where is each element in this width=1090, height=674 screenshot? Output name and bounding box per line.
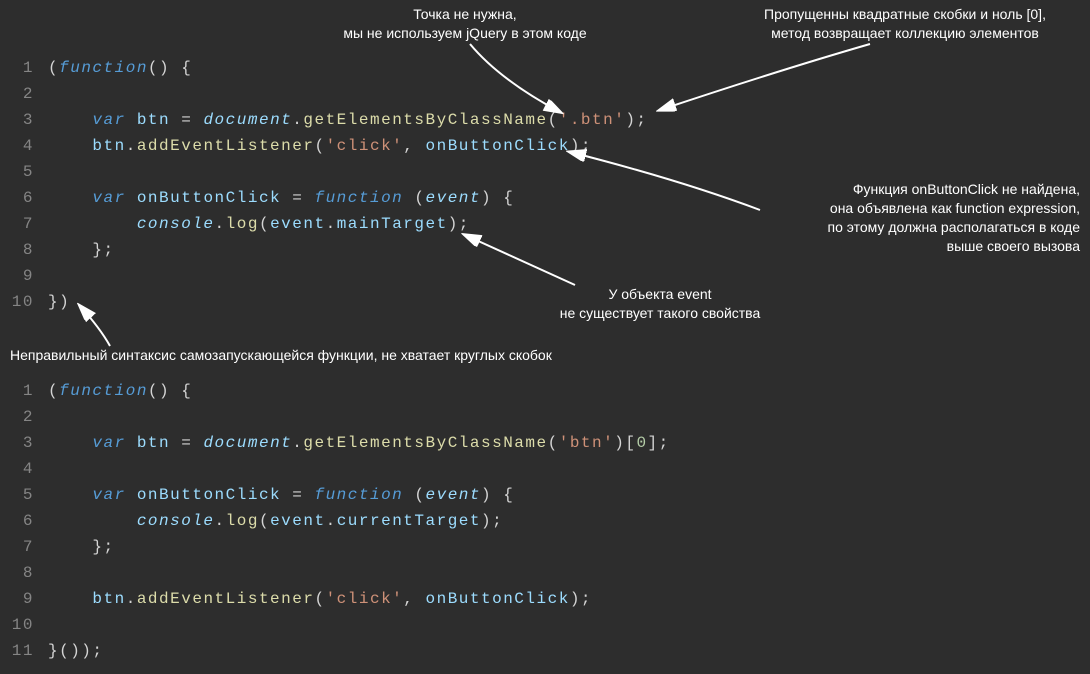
code-line: 1(function() { [0, 378, 1090, 404]
code-content: var onButtonClick = function (event) { [48, 185, 514, 211]
line-number: 1 [0, 55, 48, 81]
code-content: btn.addEventListener('click', onButtonCl… [48, 586, 592, 612]
code-line: 8 }; [0, 237, 1090, 263]
code-line: 5 var onButtonClick = function (event) { [0, 482, 1090, 508]
line-number: 1 [0, 378, 48, 404]
code-content: }; [48, 237, 115, 263]
code-content: var btn = document.getElementsByClassNam… [48, 430, 670, 456]
line-number: 4 [0, 133, 48, 159]
code-block-correct: 1(function() {23 var btn = document.getE… [0, 378, 1090, 664]
line-number: 2 [0, 81, 48, 107]
code-line: 4 btn.addEventListener('click', onButton… [0, 133, 1090, 159]
code-line: 10 [0, 612, 1090, 638]
code-line: 8 [0, 560, 1090, 586]
code-block-wrong: 1(function() {23 var btn = document.getE… [0, 55, 1090, 315]
code-line: 5 [0, 159, 1090, 185]
line-number: 4 [0, 456, 48, 482]
code-content: }()); [48, 638, 104, 664]
code-content: console.log(event.currentTarget); [48, 508, 503, 534]
code-line: 3 var btn = document.getElementsByClassN… [0, 107, 1090, 133]
line-number: 2 [0, 404, 48, 430]
code-line: 6 var onButtonClick = function (event) { [0, 185, 1090, 211]
line-number: 10 [0, 289, 48, 315]
annotation-jquery-dot: Точка не нужна, мы не используем jQuery … [300, 5, 630, 43]
line-number: 6 [0, 508, 48, 534]
code-line: 9 btn.addEventListener('click', onButton… [0, 586, 1090, 612]
line-number: 5 [0, 159, 48, 185]
line-number: 6 [0, 185, 48, 211]
code-content: var onButtonClick = function (event) { [48, 482, 514, 508]
line-number: 10 [0, 612, 48, 638]
code-line: 7 console.log(event.mainTarget); [0, 211, 1090, 237]
code-line: 11}()); [0, 638, 1090, 664]
code-content: }) [48, 289, 70, 315]
line-number: 7 [0, 211, 48, 237]
line-number: 8 [0, 237, 48, 263]
line-number: 5 [0, 482, 48, 508]
code-content: var btn = document.getElementsByClassNam… [48, 107, 648, 133]
code-content: (function() { [48, 378, 192, 404]
code-line: 2 [0, 404, 1090, 430]
annotation-iife-syntax: Неправильный синтаксис самозапускающейся… [10, 346, 710, 365]
line-number: 9 [0, 586, 48, 612]
line-number: 8 [0, 560, 48, 586]
code-content: console.log(event.mainTarget); [48, 211, 470, 237]
code-line: 6 console.log(event.currentTarget); [0, 508, 1090, 534]
annotation-brackets-zero: Пропущенны квадратные скобки и ноль [0],… [740, 5, 1070, 43]
code-line: 4 [0, 456, 1090, 482]
code-line: 7 }; [0, 534, 1090, 560]
line-number: 11 [0, 638, 48, 664]
code-content: btn.addEventListener('click', onButtonCl… [48, 133, 592, 159]
line-number: 3 [0, 430, 48, 456]
code-line: 2 [0, 81, 1090, 107]
code-line: 9 [0, 263, 1090, 289]
code-content: (function() { [48, 55, 192, 81]
line-number: 9 [0, 263, 48, 289]
code-line: 10}) [0, 289, 1090, 315]
code-line: 3 var btn = document.getElementsByClassN… [0, 430, 1090, 456]
code-line: 1(function() { [0, 55, 1090, 81]
line-number: 7 [0, 534, 48, 560]
line-number: 3 [0, 107, 48, 133]
code-content: }; [48, 534, 115, 560]
